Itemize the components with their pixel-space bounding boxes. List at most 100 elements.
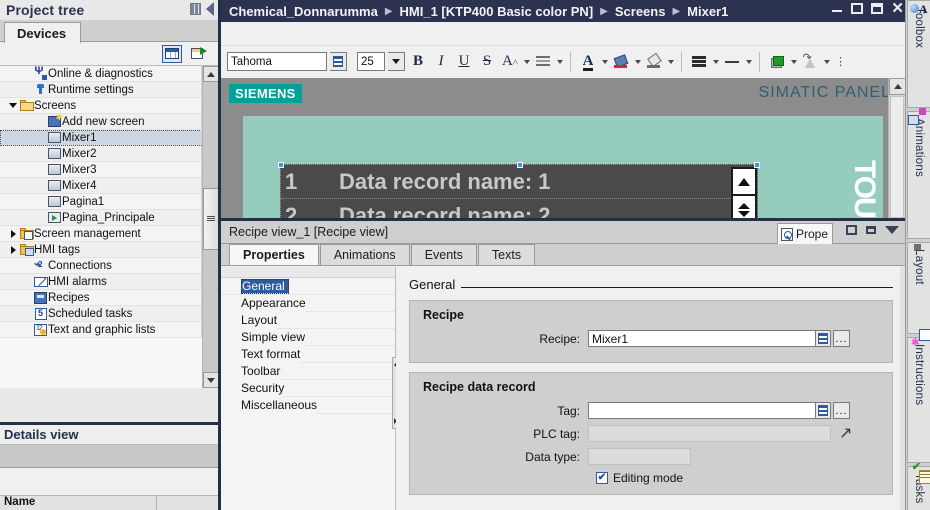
recipe-scroll-up-button[interactable] bbox=[733, 169, 755, 196]
toolbar-overflow-icon[interactable]: ⋮ bbox=[835, 55, 846, 68]
recipe-row-1[interactable]: 1 Data record name: 1 bbox=[281, 165, 757, 199]
tree-item-pagina-principale[interactable]: Pagina_Principale bbox=[0, 210, 202, 226]
fill-color-dropdown[interactable] bbox=[634, 51, 641, 73]
scroll-up-button[interactable] bbox=[203, 66, 218, 82]
line-dropdown[interactable] bbox=[745, 51, 752, 73]
object-fill-dropdown[interactable] bbox=[790, 51, 797, 73]
tree-item-runtime-settings[interactable]: Runtime settings bbox=[0, 82, 202, 98]
breadcrumb-current-screen[interactable]: Mixer1 bbox=[687, 4, 728, 19]
tag-list-picker-button[interactable] bbox=[816, 402, 831, 419]
restore-icon[interactable] bbox=[851, 3, 864, 14]
expand-arrow-down-icon[interactable] bbox=[7, 103, 19, 108]
properties-docked-tab[interactable]: Prope bbox=[777, 223, 833, 244]
list-button[interactable] bbox=[689, 51, 709, 73]
editing-mode-checkbox[interactable]: ✔ bbox=[596, 472, 608, 484]
tree-item-connections[interactable]: Connections bbox=[0, 257, 202, 274]
tree-item-recipes[interactable]: Recipes bbox=[0, 290, 202, 306]
panel-menu-chevron-icon[interactable] bbox=[885, 226, 899, 234]
collapse-arrow-icon[interactable] bbox=[206, 2, 214, 16]
editor-vertical-scrollbar[interactable] bbox=[888, 78, 905, 218]
tree-item-mixer2[interactable]: Mixer2 bbox=[0, 146, 202, 162]
tree-item-hmi-tags[interactable]: HMI tags bbox=[0, 242, 202, 258]
expand-arrow-right-icon[interactable] bbox=[7, 229, 19, 238]
task-card-tasks[interactable]: Tasks bbox=[907, 466, 930, 510]
recipe-view-object[interactable]: 1 Data record name: 1 2 Data record name… bbox=[278, 162, 760, 219]
editor-scroll-up-button[interactable] bbox=[889, 78, 905, 95]
breadcrumb-device[interactable]: HMI_1 [KTP400 Basic color PN] bbox=[400, 4, 594, 19]
editor-scroll-track[interactable] bbox=[890, 96, 904, 218]
brush-style-button[interactable] bbox=[644, 51, 664, 73]
font-picker-button[interactable] bbox=[330, 52, 347, 71]
properties-nav-general[interactable]: General bbox=[241, 278, 289, 294]
font-size-dropdown[interactable] bbox=[388, 52, 405, 71]
hmi-screen-editor[interactable]: SIEMENS SIMATIC PANEL TOUCH 1 Data recor… bbox=[221, 78, 905, 218]
task-card-toolbox[interactable]: Toolbox bbox=[907, 0, 930, 108]
tree-item-scheduled-tasks[interactable]: 5 Scheduled tasks bbox=[0, 306, 202, 322]
text-color-dropdown[interactable] bbox=[601, 51, 608, 73]
recipe-input[interactable]: Mixer1 bbox=[588, 330, 816, 347]
breadcrumb-project[interactable]: Chemical_Donnarumma bbox=[229, 4, 378, 19]
tree-item-mixer3[interactable]: Mixer3 bbox=[0, 162, 202, 178]
properties-nav-miscellaneous[interactable]: Miscellaneous bbox=[221, 396, 318, 414]
panel-restore-icon[interactable] bbox=[846, 225, 857, 235]
bold-button[interactable]: B bbox=[408, 51, 428, 73]
task-card-instructions[interactable]: Instructions bbox=[907, 337, 930, 463]
tree-item-mixer1[interactable]: Mixer1 bbox=[0, 130, 202, 146]
rotate-button[interactable] bbox=[800, 51, 820, 73]
list-dropdown[interactable] bbox=[712, 51, 719, 73]
tab-texts[interactable]: Texts bbox=[477, 244, 536, 265]
selection-handle-top-left[interactable] bbox=[278, 162, 284, 168]
properties-nav-appearance[interactable]: Appearance bbox=[221, 294, 306, 312]
minimize-icon[interactable] bbox=[832, 3, 843, 14]
font-effects-button[interactable]: A ˄ bbox=[500, 51, 520, 73]
strikethrough-button[interactable]: S bbox=[477, 51, 497, 73]
tree-item-mixer4[interactable]: Mixer4 bbox=[0, 178, 202, 194]
scroll-thumb[interactable] bbox=[203, 188, 218, 250]
panel-minimize-icon[interactable] bbox=[866, 226, 876, 234]
properties-nav-simple-view[interactable]: Simple view bbox=[221, 328, 306, 346]
fill-color-button[interactable] bbox=[611, 51, 631, 73]
recipe-list-picker-button[interactable] bbox=[816, 330, 831, 347]
tree-item-screens[interactable]: Screens bbox=[0, 98, 202, 114]
object-fill-button[interactable] bbox=[767, 51, 787, 73]
tree-item-add-new-screen[interactable]: Add new screen bbox=[0, 112, 202, 130]
properties-nav-security[interactable]: Security bbox=[221, 379, 285, 397]
recipe-view-scroll-buttons[interactable] bbox=[731, 167, 757, 218]
task-card-animations[interactable]: Animations bbox=[907, 111, 930, 239]
tab-devices[interactable]: Devices bbox=[4, 22, 82, 43]
tree-item-hmi-alarms[interactable]: HMI alarms bbox=[0, 274, 202, 290]
scroll-down-button[interactable] bbox=[203, 372, 218, 388]
brush-style-dropdown[interactable] bbox=[667, 51, 674, 73]
properties-nav-text-format[interactable]: Text format bbox=[221, 345, 301, 363]
close-icon[interactable]: ✕ bbox=[891, 1, 904, 16]
font-size-input[interactable]: 25 bbox=[357, 52, 385, 71]
properties-nav-toolbar[interactable]: Toolbar bbox=[221, 362, 281, 380]
selection-handle-top-center[interactable] bbox=[517, 162, 523, 168]
expand-arrow-right-icon[interactable] bbox=[7, 245, 19, 254]
align-button[interactable] bbox=[533, 51, 553, 73]
hmi-screen-canvas[interactable]: TOUCH 1 Data record name: 1 2 Data recor… bbox=[243, 116, 883, 218]
recipe-row-2[interactable]: 2 Data record name: 2 bbox=[281, 199, 757, 219]
tab-events[interactable]: Events bbox=[410, 244, 477, 265]
maximize-icon[interactable] bbox=[871, 3, 884, 14]
tag-browse-button[interactable]: ... bbox=[833, 402, 850, 419]
goto-plc-tag-arrow-icon[interactable]: ↗ bbox=[839, 425, 852, 441]
recipe-scroll-both-button[interactable] bbox=[733, 196, 755, 218]
show-all-columns-icon[interactable] bbox=[162, 44, 182, 63]
selection-handle-top-right[interactable] bbox=[754, 162, 760, 168]
project-tree-scrollbar[interactable] bbox=[202, 66, 218, 388]
font-effects-dropdown[interactable] bbox=[523, 51, 530, 73]
recipe-browse-button[interactable]: ... bbox=[833, 330, 850, 347]
line-button[interactable] bbox=[722, 51, 742, 73]
text-color-button[interactable]: A bbox=[578, 51, 598, 73]
tree-item-screen-management[interactable]: Screen management bbox=[0, 226, 202, 242]
rotate-dropdown[interactable] bbox=[823, 51, 830, 73]
columns-icon[interactable] bbox=[190, 3, 201, 15]
italic-button[interactable]: I bbox=[431, 51, 451, 73]
details-view-name-column[interactable]: Name bbox=[0, 496, 157, 510]
font-name-input[interactable]: Tahoma bbox=[227, 52, 327, 71]
tab-animations[interactable]: Animations bbox=[319, 244, 410, 265]
tree-item-text-and-graphic-lists[interactable]: Text and graphic lists bbox=[0, 322, 202, 338]
breadcrumb-screens[interactable]: Screens bbox=[615, 4, 666, 19]
export-table-icon[interactable] bbox=[188, 45, 208, 63]
